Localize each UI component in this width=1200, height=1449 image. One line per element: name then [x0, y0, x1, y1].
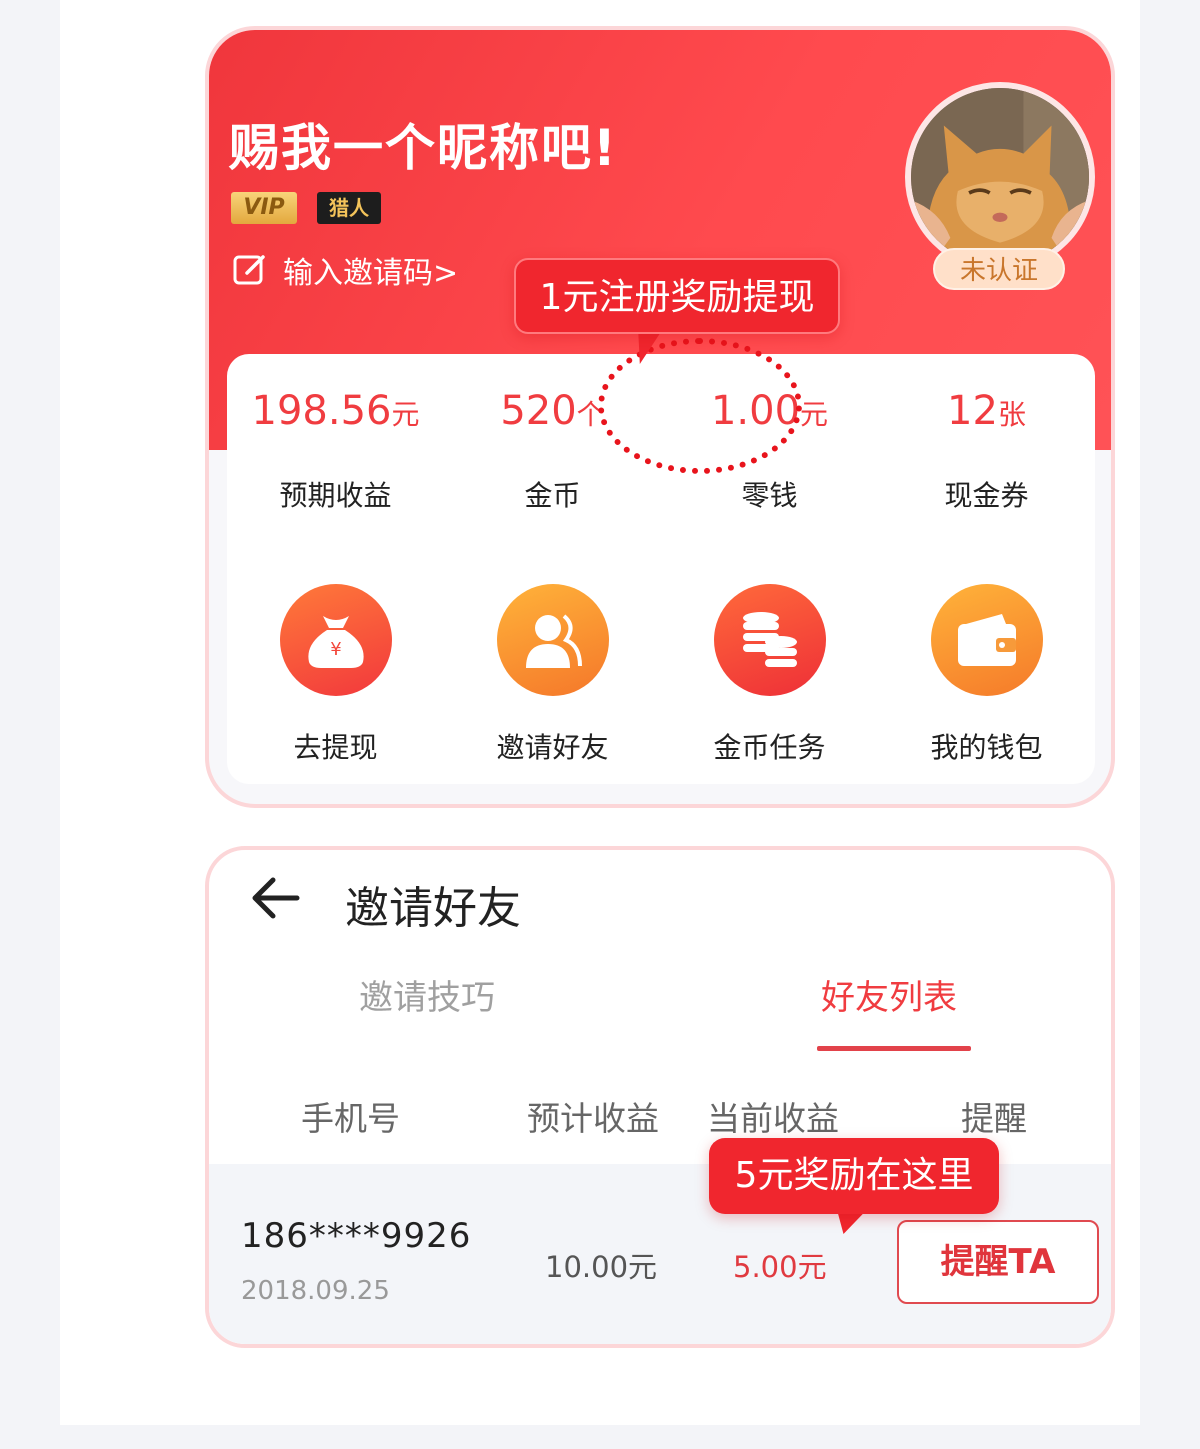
invite-code-link[interactable]: 输入邀请码>	[231, 248, 458, 292]
vip-badge: VIP	[231, 192, 297, 224]
action-circle	[930, 584, 1043, 696]
nickname[interactable]: 赐我一个昵称吧!	[229, 108, 618, 180]
column-header-expected: 预计收益	[527, 1099, 659, 1138]
active-tab-indicator	[817, 1046, 971, 1051]
invite-code-label: 输入邀请码>	[283, 256, 459, 291]
stat-unit: 元	[800, 398, 829, 431]
action-circle	[496, 584, 609, 696]
invite-friends-card: 邀请好友 邀请技巧 好友列表 手机号 预计收益 当前收益 提醒 186****9…	[205, 846, 1115, 1348]
cat-avatar-icon	[911, 88, 1089, 266]
avatar[interactable]	[905, 82, 1095, 272]
tab-invite-tips[interactable]: 邀请技巧	[359, 970, 495, 1019]
action-circle	[713, 584, 826, 696]
coins-icon	[742, 612, 797, 667]
stat-value: 198.56	[251, 388, 392, 434]
stat-value: 520	[500, 388, 577, 434]
edit-icon	[233, 255, 265, 285]
action-circle: ¥	[279, 584, 392, 696]
money-bag-icon: ¥	[307, 616, 364, 668]
stat-coupons[interactable]: 12张 现金券	[878, 388, 1095, 514]
coin-tasks-button[interactable]: 金币任务	[661, 584, 878, 766]
column-header-remind: 提醒	[961, 1099, 1027, 1138]
verify-status-badge[interactable]: 未认证	[933, 248, 1065, 290]
users-icon	[525, 614, 582, 668]
wallet-icon	[957, 614, 1016, 666]
stat-expected-earnings[interactable]: 198.56元 预期收益	[227, 388, 444, 514]
register-reward-callout: 1元注册奖励提现	[514, 258, 840, 334]
stat-value: 12	[947, 388, 998, 434]
my-wallet-button[interactable]: 我的钱包	[878, 584, 1095, 766]
friend-expected-earnings: 10.00元	[545, 1250, 658, 1284]
friend-phone: 186****9926	[241, 1216, 472, 1256]
role-badge: 猎人	[317, 192, 381, 224]
stat-label: 预期收益	[279, 479, 392, 512]
stat-label: 零钱	[741, 479, 798, 512]
stat-label: 现金券	[944, 479, 1029, 512]
withdraw-button[interactable]: ¥ 去提现	[227, 584, 444, 766]
stat-label: 金币	[524, 479, 581, 512]
reward-here-callout: 5元奖励在这里	[709, 1138, 999, 1214]
page: 赐我一个昵称吧! VIP 猎人 输入邀请码> 未认证 198.56元 预期收益 …	[60, 0, 1140, 1425]
tab-friend-list[interactable]: 好友列表	[821, 970, 957, 1019]
action-label: 邀请好友	[496, 731, 609, 764]
column-header-current: 当前收益	[707, 1099, 839, 1138]
remind-button[interactable]: 提醒TA	[897, 1220, 1099, 1304]
stat-unit: 张	[997, 398, 1026, 431]
stat-unit: 元	[391, 398, 420, 431]
invite-friends-button[interactable]: 邀请好友	[444, 584, 661, 766]
action-label: 去提现	[293, 731, 378, 764]
action-label: 我的钱包	[930, 731, 1043, 764]
page-title: 邀请好友	[345, 883, 521, 934]
svg-text:¥: ¥	[330, 639, 341, 660]
action-label: 金币任务	[713, 731, 826, 764]
friend-current-earnings: 5.00元	[733, 1250, 827, 1284]
friend-date: 2018.09.25	[241, 1276, 390, 1306]
column-header-phone: 手机号	[301, 1099, 400, 1138]
back-arrow-icon[interactable]	[251, 876, 301, 920]
